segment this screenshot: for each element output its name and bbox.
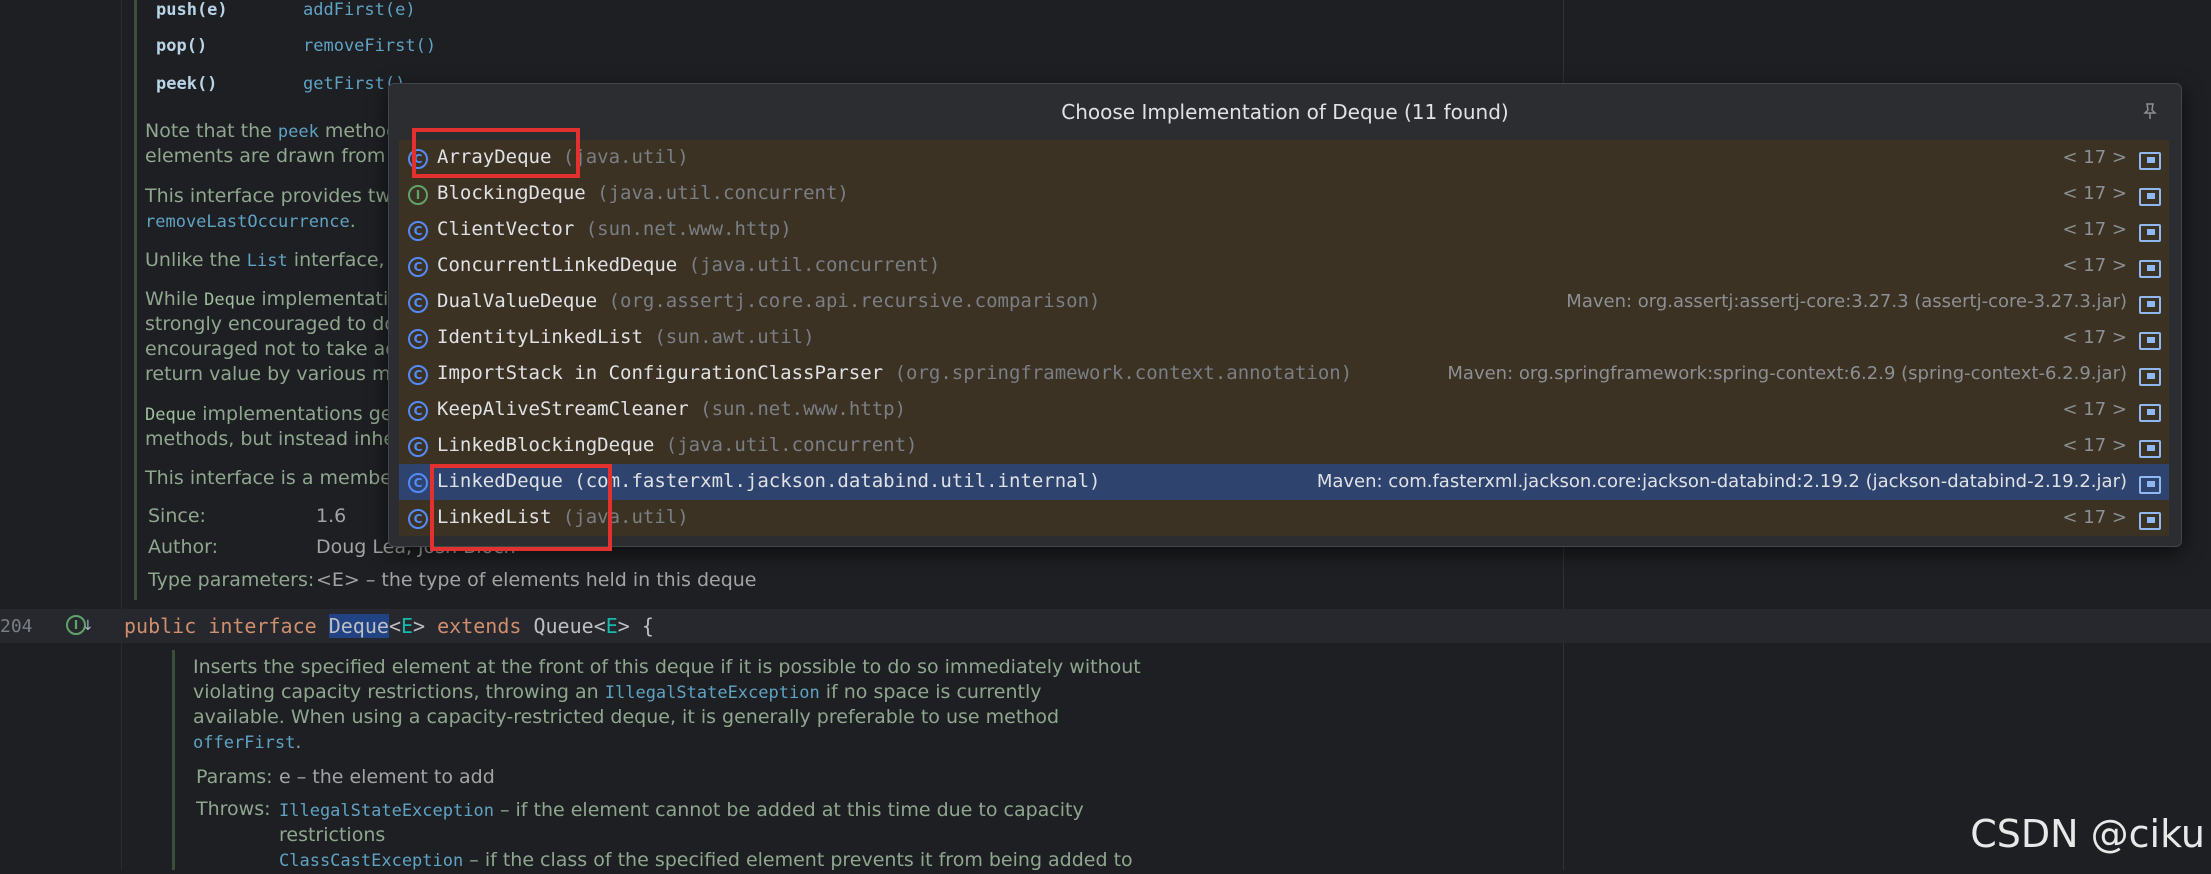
doc-line: return value by various met [145, 363, 410, 385]
doc-comment-bar [134, 0, 137, 600]
type-params-label: Type parameters: [148, 569, 315, 591]
watermark: CSDN @ciku [1970, 812, 2205, 856]
doc-line: This interface provides two [145, 185, 403, 207]
doc-line: Unlike the List interface, t [145, 249, 399, 271]
throws-line: ClassCastException – if the class of the… [279, 849, 1133, 871]
doc-line: This interface is a member [145, 467, 400, 489]
alias-deque[interactable]: removeFirst() [303, 36, 436, 56]
method-doc-line: available. When using a capacity-restric… [193, 706, 1060, 728]
library-folder-icon [2139, 257, 2161, 278]
library-folder-icon [2139, 401, 2161, 422]
alias-stack: peek() [156, 74, 218, 94]
list-item[interactable]: C DualValueDeque (org.assertj.core.api.re… [399, 284, 2169, 320]
list-item[interactable]: C LinkedList (java.util) < 17 > [399, 500, 2169, 536]
class-icon: C [408, 365, 428, 385]
doc-line: While Deque implementatio [145, 288, 400, 310]
throws-line: restrictions [279, 824, 386, 846]
class-icon: C [408, 437, 428, 457]
line-number: 204 [0, 616, 33, 637]
since-value: 1.6 [316, 505, 347, 527]
library-folder-icon [2139, 509, 2161, 530]
doc-line: strongly encouraged to do [145, 313, 396, 335]
doc-line: Deque implementations ge [145, 403, 393, 425]
gutter-divider [121, 0, 122, 870]
highlight-box-linked [430, 464, 612, 551]
params-label: Params: [196, 766, 273, 788]
library-folder-icon [2139, 185, 2161, 206]
type-params-value: <E> – the type of elements held in this … [316, 569, 757, 591]
doc-line: Note that the peek method [145, 120, 399, 142]
class-icon: C [408, 473, 428, 493]
list-item[interactable]: I BlockingDeque (java.util.concurrent) < 1… [399, 176, 2169, 212]
class-icon: C [408, 293, 428, 313]
deque-identifier: Deque [328, 614, 389, 638]
doc-line: elements are drawn from th [145, 145, 411, 167]
list-item[interactable]: C KeepAliveStreamCleaner (sun.net.www.htt… [399, 392, 2169, 428]
since-label: Since: [148, 505, 206, 527]
library-folder-icon [2139, 365, 2161, 386]
alias-deque[interactable]: addFirst(e) [303, 0, 416, 20]
library-folder-icon [2139, 293, 2161, 314]
throws-label: Throws: [196, 798, 271, 820]
params-value: e – the element to add [279, 766, 495, 788]
editor-gutter [0, 0, 122, 870]
doc-line: encouraged not to take adv [145, 338, 409, 360]
class-icon: C [408, 329, 428, 349]
choose-implementation-popup: Choose Implementation of Deque (11 found… [388, 83, 2182, 547]
doc-line: methods, but instead inher [145, 428, 403, 450]
popup-title: Choose Implementation of Deque (11 found… [1061, 100, 1509, 124]
list-item[interactable]: C IdentityLinkedList (sun.awt.util) < 17 > [399, 320, 2169, 356]
method-doc-bar [172, 650, 175, 870]
interface-icon: I [408, 185, 428, 205]
author-label: Author: [148, 536, 219, 558]
library-folder-icon [2139, 221, 2161, 242]
arrow-down-icon: ↓ [82, 618, 94, 634]
library-folder-icon [2139, 149, 2161, 170]
method-doc-line: Inserts the specified element at the fro… [193, 656, 1141, 678]
list-item[interactable]: C ConcurrentLinkedDeque (java.util.concur… [399, 248, 2169, 284]
library-folder-icon [2139, 329, 2161, 350]
list-item[interactable]: C ClientVector (sun.net.www.http) < 17 > [399, 212, 2169, 248]
alias-stack: pop() [156, 36, 208, 56]
library-folder-icon [2139, 437, 2161, 458]
method-doc-line: violating capacity restrictions, throwin… [193, 681, 1042, 703]
class-icon: C [408, 401, 428, 421]
class-icon: C [408, 509, 428, 529]
list-item-selected[interactable]: C LinkedDeque (com.fasterxml.jackson.data… [399, 464, 2169, 500]
method-doc-line: offerFirst. [193, 731, 302, 753]
class-icon: C [408, 257, 428, 277]
highlight-box-arraydeque [412, 128, 580, 178]
list-item[interactable]: C LinkedBlockingDeque (java.util.concurre… [399, 428, 2169, 464]
doc-line: removeLastOccurrence. [145, 210, 356, 232]
alias-stack: push(e) [156, 0, 228, 20]
library-folder-icon [2139, 473, 2161, 494]
throws-line: IllegalStateException – if the element c… [279, 799, 1084, 821]
pin-icon[interactable] [2141, 102, 2159, 120]
list-item[interactable]: C ArrayDeque (java.util) < 17 > [399, 140, 2169, 176]
list-item[interactable]: C ImportStack in ConfigurationClassParser… [399, 356, 2169, 392]
class-icon: C [408, 221, 428, 241]
code-declaration[interactable]: public interface Deque<E> extends Queue<… [124, 614, 654, 638]
